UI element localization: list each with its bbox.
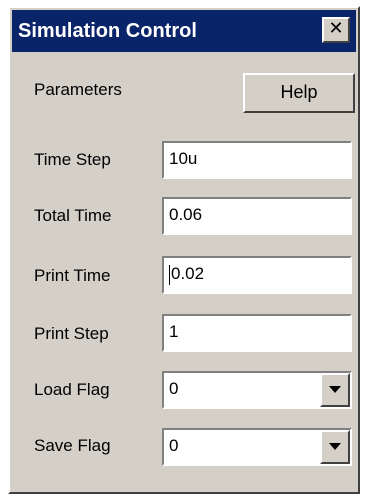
print-step-label: Print Step	[34, 324, 109, 343]
print-step-input[interactable]: 1	[162, 314, 352, 352]
parameters-heading: Parameters	[34, 80, 122, 99]
chevron-down-icon	[329, 386, 341, 393]
save-flag-value: 0	[169, 436, 179, 455]
print-time-value: 0.02	[171, 264, 205, 283]
time-step-label: Time Step	[34, 150, 111, 169]
total-time-value: 0.06	[169, 205, 203, 224]
total-time-label: Total Time	[34, 206, 112, 225]
load-flag-label: Load Flag	[34, 380, 110, 399]
print-step-value: 1	[169, 322, 179, 341]
print-time-input[interactable]: 0.02	[162, 256, 352, 294]
chevron-down-icon	[329, 443, 341, 450]
save-flag-dropdown-button[interactable]	[320, 430, 350, 464]
close-button[interactable]: ✕	[322, 17, 350, 43]
save-flag-label: Save Flag	[34, 436, 111, 455]
close-icon: ✕	[328, 18, 344, 39]
print-time-label: Print Time	[34, 266, 111, 285]
simulation-control-dialog: Simulation Control ✕ Parameters Help Tim…	[8, 6, 360, 494]
load-flag-select[interactable]: 0	[162, 371, 352, 409]
window-title: Simulation Control	[18, 19, 197, 42]
load-flag-value: 0	[169, 379, 179, 398]
text-caret	[169, 264, 170, 285]
help-button[interactable]: Help	[243, 73, 355, 113]
time-step-value: 10u	[169, 149, 198, 168]
load-flag-dropdown-button[interactable]	[320, 373, 350, 407]
title-bar[interactable]: Simulation Control ✕	[12, 10, 356, 52]
time-step-input[interactable]: 10u	[162, 141, 352, 179]
total-time-input[interactable]: 0.06	[162, 197, 352, 235]
save-flag-select[interactable]: 0	[162, 428, 352, 466]
